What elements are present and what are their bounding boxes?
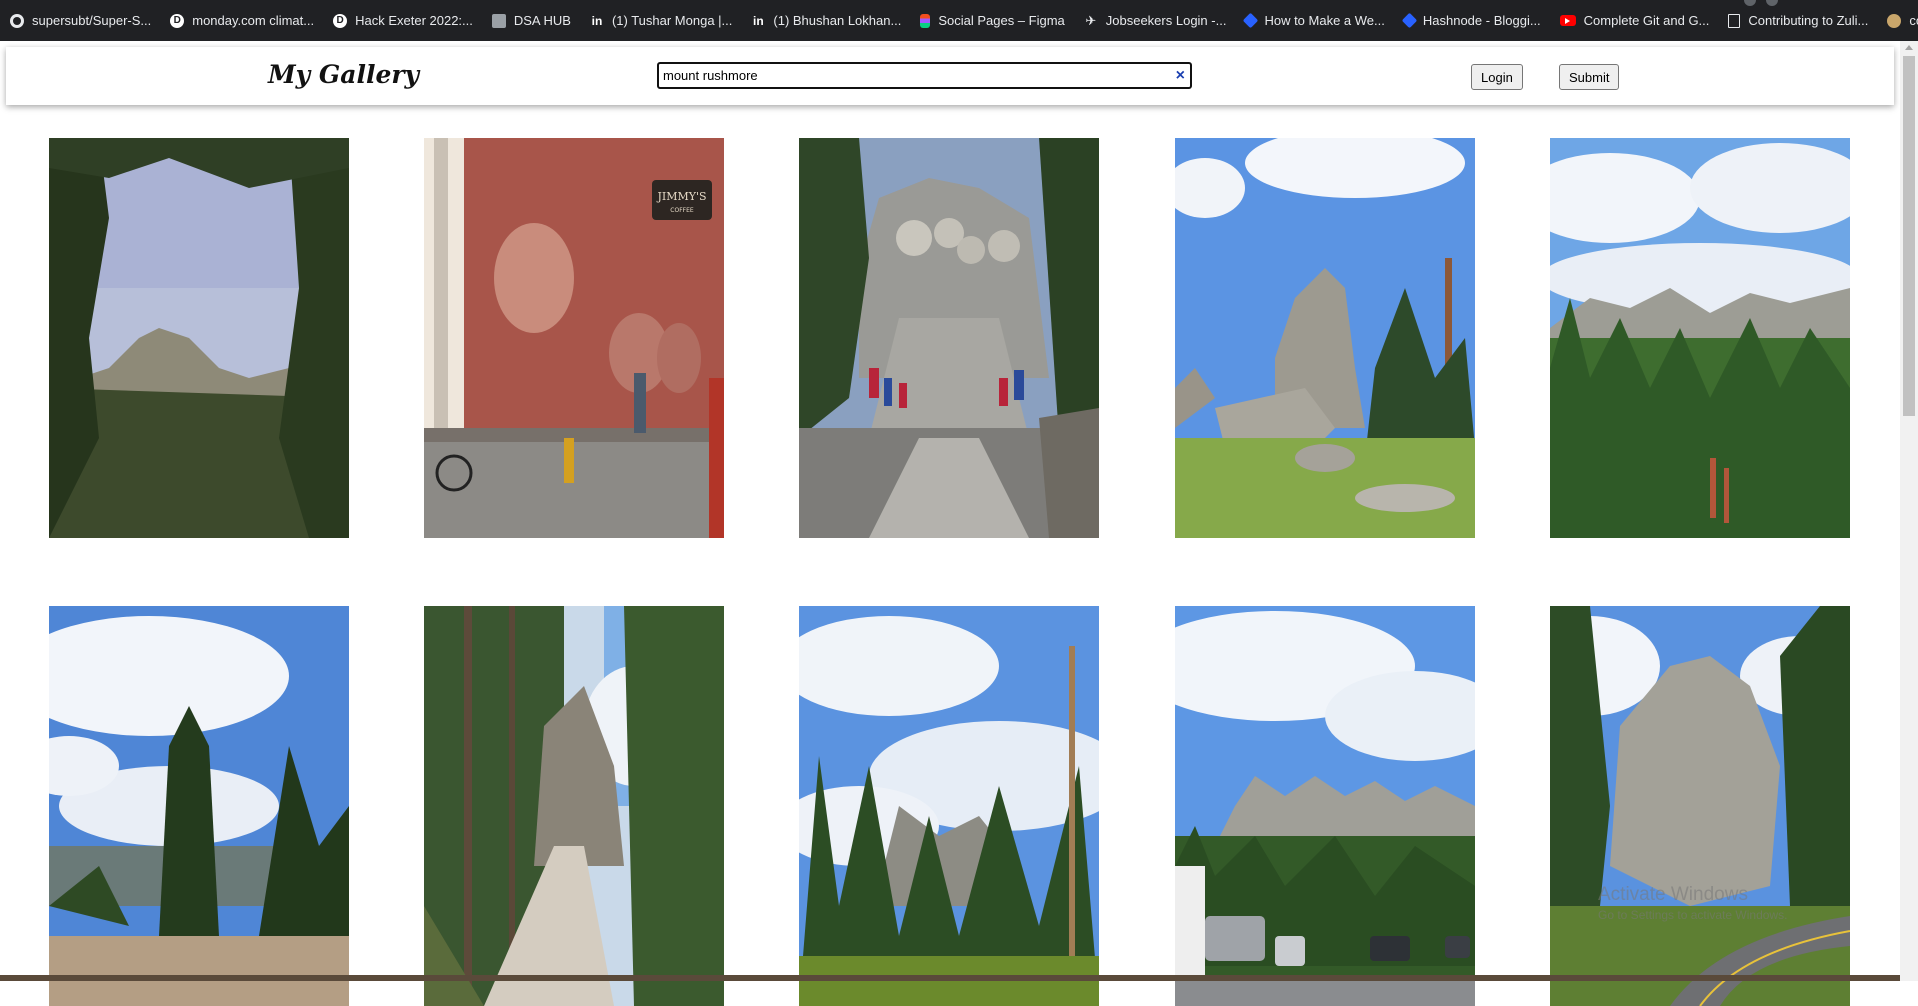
scroll-thumb[interactable] — [1903, 56, 1915, 416]
windows-watermark-subtitle: Go to Settings to activate Windows. — [1598, 908, 1788, 922]
trail-photo — [424, 606, 724, 1006]
page-scrollbar[interactable] — [1900, 41, 1918, 981]
mural-sign-subtext: COFFEE — [670, 207, 694, 214]
gallery-image[interactable] — [1550, 138, 1850, 538]
landscape-photo — [49, 138, 349, 538]
parking-photo — [1175, 606, 1475, 1006]
gallery-image[interactable] — [1175, 138, 1475, 538]
image-gallery: JIMMY'S COFFEE — [0, 0, 1900, 1006]
scroll-up-icon[interactable] — [1905, 45, 1913, 50]
gallery-image[interactable] — [49, 606, 349, 1006]
boulder-photo — [1175, 138, 1475, 538]
gallery-image[interactable] — [49, 138, 349, 538]
gallery-image[interactable] — [1175, 606, 1475, 1006]
gallery-image[interactable] — [1550, 606, 1850, 1006]
forest-photo — [799, 606, 1099, 1006]
gallery-image[interactable]: JIMMY'S COFFEE — [424, 138, 724, 538]
gallery-image[interactable] — [424, 606, 724, 1006]
pines-photo — [49, 606, 349, 1006]
road-photo — [1550, 606, 1850, 1006]
monument-photo — [799, 138, 1099, 538]
mural-photo: JIMMY'S COFFEE — [424, 138, 724, 538]
bottom-strip — [0, 975, 1900, 981]
gallery-image[interactable] — [799, 138, 1099, 538]
forest-photo — [1550, 138, 1850, 538]
windows-watermark-title: Activate Windows — [1598, 884, 1748, 905]
gallery-image[interactable] — [799, 606, 1099, 1006]
mural-sign-text: JIMMY'S — [656, 190, 706, 203]
